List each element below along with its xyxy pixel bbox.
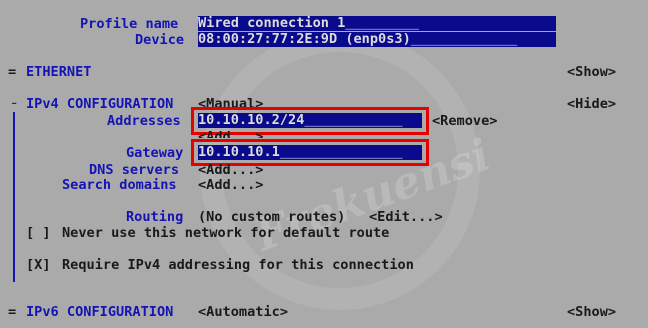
ipv4-marker: ╶: [8, 96, 17, 112]
remove-address-button[interactable]: <Remove>: [432, 113, 497, 129]
device-label: Device: [135, 32, 185, 48]
profile-name-fill: _________: [345, 16, 419, 31]
profile-name-value: Wired connection 1: [198, 16, 346, 31]
dns-servers-label: DNS servers: [89, 162, 180, 178]
addresses-label: Addresses: [107, 113, 181, 129]
ethernet-title: ETHERNET: [26, 64, 92, 80]
routing-edit-button[interactable]: <Edit...>: [369, 209, 443, 225]
ipv6-show-button[interactable]: <Show>: [567, 304, 616, 320]
routing-label: Routing: [126, 209, 184, 225]
profile-name-field[interactable]: Wired connection 1_________: [198, 16, 556, 31]
ethernet-marker: =: [8, 64, 17, 80]
add-address-button[interactable]: <Add...>: [198, 129, 263, 138]
ipv4-title: IPv4 CONFIGURATION: [26, 96, 174, 112]
require-ipv4-label: Require IPv4 addressing for this connect…: [62, 257, 414, 273]
device-field[interactable]: 08:00:27:77:2E:9D (enp0s3)_____________: [198, 32, 556, 47]
search-domains-label: Search domains: [62, 177, 177, 193]
ipv4-hide-button[interactable]: <Hide>: [567, 96, 616, 112]
ipv6-method-dropdown[interactable]: <Automatic>: [198, 304, 288, 320]
device-fill: _____________: [410, 32, 518, 47]
ipv4-section-line: [13, 112, 15, 282]
never-default-label: Never use this network for default route: [62, 225, 390, 241]
ipv6-title: IPv6 CONFIGURATION: [26, 304, 174, 320]
search-domains-add-button[interactable]: <Add...>: [198, 177, 263, 193]
gateway-label: Gateway: [126, 145, 184, 161]
routing-value: (No custom routes): [198, 209, 346, 225]
ipv6-marker: =: [8, 304, 17, 320]
profile-name-label: Profile name: [80, 16, 179, 32]
ethernet-show-button[interactable]: <Show>: [567, 64, 616, 80]
dns-add-button[interactable]: <Add...>: [198, 162, 263, 178]
never-default-checkbox[interactable]: [ ]: [26, 225, 51, 241]
device-value: 08:00:27:77:2E:9D (enp0s3): [198, 32, 411, 47]
require-ipv4-checkbox[interactable]: [X]: [26, 257, 51, 273]
